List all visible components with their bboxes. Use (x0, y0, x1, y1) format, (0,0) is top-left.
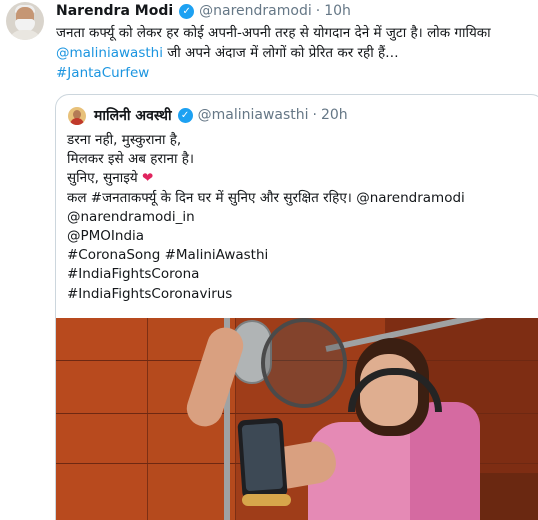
quote-line: कल #जनताकर्फ्यू के दिन घर में सुनिए और स… (67, 189, 465, 206)
quote-line: #IndiaFightsCorona (67, 266, 200, 283)
tweet-text: जनता कर्फ्यू को लेकर हर कोई अपनी-अपनी तर… (56, 23, 530, 83)
quote-line: मिलकर इसे अब हराना है। (67, 151, 195, 168)
pop-filter (261, 318, 347, 408)
quoted-tweet-header: मालिनी अवस्थी ✓ @maliniawasthi · 20h (94, 105, 348, 125)
author-avatar[interactable] (6, 2, 44, 40)
quoted-author-name[interactable]: मालिनी अवस्थी (94, 106, 172, 125)
quoted-tweet-text: डरना नही, मुस्कुराना है, मिलकर इसे अब हर… (67, 131, 537, 304)
hashtag-link[interactable]: #JantaCurfew (56, 65, 149, 81)
quoted-author-handle[interactable]: @maliniawasthi (198, 107, 309, 123)
verified-badge-icon: ✓ (179, 3, 195, 19)
quote-line: डरना नही, मुस्कुराना है, (67, 132, 182, 148)
quote-line-text: सुनिए, सुनाइये (67, 170, 138, 187)
verified-badge-icon: ✓ (177, 107, 193, 123)
mobile-phone (237, 417, 288, 500)
video-thumbnail[interactable] (56, 318, 538, 520)
quote-line: @narendramodi_in (67, 208, 195, 225)
quote-line: #IndiaFightsCoronavirus (67, 285, 233, 302)
quoted-tweet-timestamp[interactable]: 20h (321, 107, 348, 123)
author-name[interactable]: Narendra Modi (56, 3, 173, 19)
studio-wall-panel (56, 318, 148, 520)
author-handle[interactable]: @narendramodi (199, 3, 312, 19)
quoted-time-separator: · (312, 107, 317, 123)
quoted-tweet[interactable]: मालिनी अवस्थी ✓ @maliniawasthi · 20h डरन… (55, 94, 538, 520)
quote-line: #CoronaSong #MaliniAwasthi (67, 247, 269, 264)
quoted-author-avatar[interactable] (68, 107, 86, 125)
avatar-shoulders (8, 30, 42, 40)
bangle (242, 494, 291, 506)
tweet-text-part-1: जनता कर्फ्यू को लेकर हर कोई अपनी-अपनी तर… (56, 25, 491, 41)
heart-icon: ❤ (142, 170, 154, 187)
quote-line: सुनिए, सुनाइये ❤ (67, 169, 537, 188)
tweet-text-part-2: जी अपने अंदाज में लोगों को प्रेरित कर रह… (162, 45, 399, 61)
quote-line: @PMOIndia (67, 228, 145, 245)
tweet-timestamp[interactable]: 10h (324, 3, 351, 19)
tweet-header: Narendra Modi ✓ @narendramodi · 10h (56, 2, 351, 20)
phone-screen (241, 422, 284, 492)
time-separator: · (315, 3, 321, 19)
mention-link[interactable]: @maliniawasthi (56, 45, 163, 61)
studio-shelf (480, 473, 538, 520)
